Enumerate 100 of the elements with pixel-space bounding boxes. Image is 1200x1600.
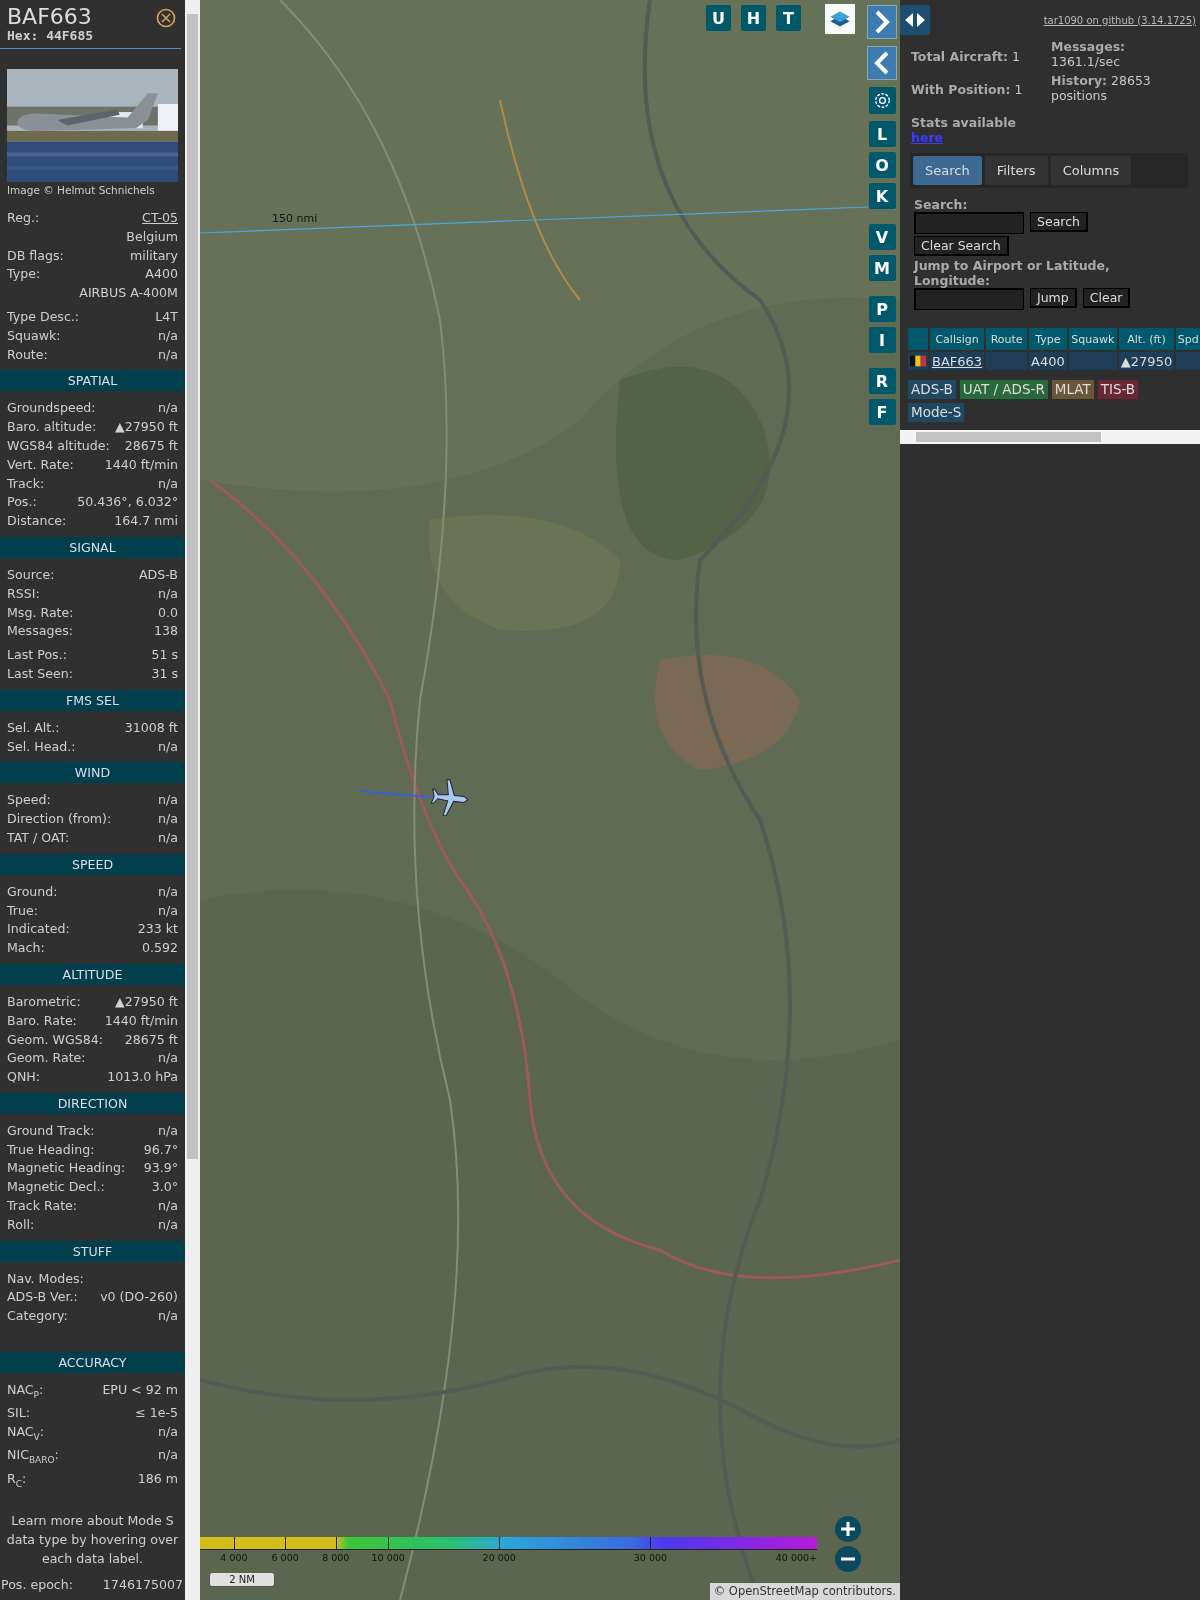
- chevron-left-icon[interactable]: [867, 46, 897, 80]
- source-tag: Mode-S: [908, 403, 965, 422]
- section-header: FMS SEL: [0, 689, 185, 711]
- source-tag: TIS-B: [1097, 380, 1139, 399]
- tab[interactable]: Filters: [984, 156, 1048, 185]
- field-label: Pos.:: [7, 493, 37, 512]
- column-header[interactable]: Squawk: [1068, 328, 1117, 350]
- map-toggle-button[interactable]: H: [741, 5, 766, 31]
- scrollbar-thumb[interactable]: [187, 14, 198, 1159]
- field-label: Barometric:: [7, 992, 81, 1011]
- map-toggle-button[interactable]: F: [868, 399, 896, 425]
- jump-button[interactable]: Jump: [1030, 288, 1077, 308]
- altitude-label: 8 000: [322, 1552, 350, 1563]
- field-value: 51 s: [151, 646, 178, 665]
- field-value: ▲27950 ft: [115, 992, 178, 1011]
- stat-text: Stats available: [911, 115, 1017, 130]
- clear-button[interactable]: Clear: [1082, 288, 1131, 308]
- field-value: n/a: [158, 1121, 178, 1140]
- field-value: n/a: [158, 1049, 178, 1068]
- field-value: n/a: [158, 399, 178, 418]
- aircraft-icon[interactable]: [430, 778, 470, 818]
- section-header: STUFF: [0, 1240, 185, 1262]
- field-label: Speed:: [7, 791, 51, 810]
- jump-field[interactable]: [914, 288, 1024, 310]
- map-toggle-button[interactable]: V: [868, 224, 896, 250]
- column-header[interactable]: Route: [986, 328, 1028, 350]
- map-toggle-button[interactable]: U: [706, 5, 731, 31]
- map-toggle-button[interactable]: R: [868, 368, 896, 394]
- field-value: n/a: [158, 1446, 178, 1465]
- zoom-out-icon[interactable]: [835, 1546, 861, 1572]
- map-attribution[interactable]: © OpenStreetMap contributors.: [709, 1583, 900, 1600]
- field-label: True Heading:: [7, 1140, 95, 1159]
- field-label: Sel. Alt.:: [7, 718, 60, 737]
- scrollbar[interactable]: [900, 430, 1200, 444]
- field-label: Nav. Modes:: [7, 1269, 84, 1288]
- field-label: QNH:: [7, 1068, 41, 1087]
- field-value: 31 s: [151, 664, 178, 683]
- layers-icon[interactable]: [825, 4, 855, 34]
- field-label: Ground Track:: [7, 1121, 95, 1140]
- map-toggle-button[interactable]: L: [868, 121, 896, 147]
- clear-search-button[interactable]: Clear Search: [914, 236, 1009, 256]
- field-value: 164.7 nmi: [114, 512, 178, 531]
- expand-icon[interactable]: [900, 5, 930, 35]
- field-value: v0 (DO-260): [100, 1288, 178, 1307]
- callsign-link[interactable]: BAF663: [932, 353, 983, 369]
- flag-icon: [910, 355, 926, 367]
- field-label: Squawk:: [7, 326, 61, 345]
- column-header[interactable]: Type: [1029, 328, 1067, 350]
- field-value: 1440 ft/min: [104, 1011, 178, 1030]
- field-label: Direction (from):: [7, 810, 112, 829]
- field-label: Vert. Rate:: [7, 455, 74, 474]
- source-tag: ADS-B: [908, 380, 956, 399]
- column-header[interactable]: Alt. (ft): [1118, 328, 1175, 350]
- field-label: Groundspeed:: [7, 399, 96, 418]
- field-value: EPU < 92 m: [102, 1381, 178, 1400]
- field-label: Msg. Rate:: [7, 603, 74, 622]
- field-label: Magnetic Heading:: [7, 1159, 126, 1178]
- map-toggle-button[interactable]: O: [868, 152, 896, 178]
- field-value: 1440 ft/min: [104, 455, 178, 474]
- field-label: Magnetic Decl.:: [7, 1178, 105, 1197]
- photo-credit: Image © Helmut Schnichels: [6, 183, 156, 197]
- field-label: DB flags:: [7, 246, 64, 265]
- section-header: ACCURACY: [0, 1352, 185, 1374]
- field-value: 3.0°: [151, 1178, 178, 1197]
- registration-link[interactable]: CT-05: [142, 209, 178, 228]
- zoom-in-icon[interactable]: [835, 1516, 861, 1542]
- field-label: Mach:: [7, 939, 45, 958]
- field-value: 31008 ft: [124, 718, 178, 737]
- scrollbar-thumb[interactable]: [916, 432, 1101, 442]
- map-toggle-button[interactable]: K: [868, 183, 896, 209]
- field-value: 50.436°, 6.032°: [77, 493, 178, 512]
- field-label: Category:: [7, 1307, 68, 1326]
- field-value: L4T: [155, 308, 178, 326]
- search-button[interactable]: Search: [1030, 212, 1088, 232]
- field-value: A400: [145, 265, 178, 284]
- column-header[interactable]: Spd: [1176, 328, 1200, 350]
- close-icon[interactable]: [156, 8, 176, 28]
- field-label: TAT / OAT:: [7, 828, 70, 847]
- callsign-title: BAF663: [7, 5, 93, 29]
- search-field[interactable]: [914, 212, 1024, 234]
- scrollbar[interactable]: [185, 0, 200, 1600]
- tab[interactable]: Search: [913, 156, 982, 185]
- source-tag: MLAT: [1051, 380, 1094, 399]
- field-label: RSSI:: [7, 584, 40, 603]
- map-toggle-button[interactable]: P: [868, 296, 896, 322]
- map-toggle-button[interactable]: T: [776, 5, 801, 31]
- altitude-label: 40 000+: [775, 1552, 817, 1563]
- map-toggle-button[interactable]: M: [868, 255, 896, 281]
- field-value: n/a: [158, 474, 178, 493]
- field-label: Ground:: [7, 882, 58, 901]
- field-label: Track:: [7, 474, 45, 493]
- settings-icon[interactable]: [868, 87, 896, 114]
- chevron-right-icon[interactable]: [867, 5, 897, 39]
- tab[interactable]: Columns: [1050, 156, 1132, 185]
- field-label: True:: [7, 901, 38, 920]
- hex-code: Hex: 44F685: [7, 29, 94, 43]
- github-link[interactable]: tar1090 on github (3.14.1725): [1043, 14, 1196, 26]
- map-toggle-button[interactable]: I: [868, 327, 896, 353]
- column-header[interactable]: Callsign: [930, 328, 985, 350]
- field-value: AIRBUS A-400M: [79, 284, 178, 303]
